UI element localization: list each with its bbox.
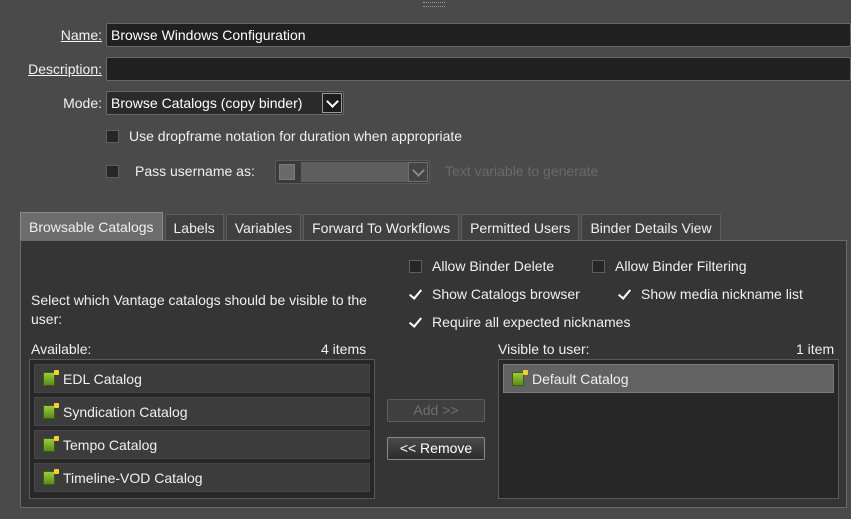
catalog-icon	[43, 436, 59, 452]
list-item-label: Default Catalog	[532, 370, 629, 387]
tab-bar: Browsable Catalogs Labels Variables Forw…	[20, 212, 723, 241]
allow-binder-filtering-checkbox[interactable]: Allow Binder Filtering	[592, 258, 747, 274]
show-catalogs-browser-box[interactable]	[409, 288, 422, 301]
description-field[interactable]	[106, 57, 851, 81]
show-media-nickname-list-box[interactable]	[618, 288, 631, 301]
require-all-expected-nicknames-checkbox[interactable]: Require all expected nicknames	[409, 314, 630, 330]
mode-value: Browse Catalogs (copy binder)	[111, 95, 303, 111]
allow-binder-delete-box[interactable]	[409, 259, 422, 273]
mode-dropdown[interactable]: Browse Catalogs (copy binder)	[106, 91, 344, 115]
name-field[interactable]: Browse Windows Configuration	[106, 23, 851, 47]
show-media-nickname-list-checkbox[interactable]: Show media nickname list	[618, 286, 803, 302]
visible-label: Visible to user:	[498, 341, 590, 357]
chevron-down-icon[interactable]	[322, 93, 342, 113]
dropframe-label: Use dropframe notation for duration when…	[129, 128, 463, 144]
username-variable-dropdown[interactable]	[275, 160, 430, 184]
available-count: 4 items	[321, 341, 367, 357]
list-item[interactable]: EDL Catalog	[34, 364, 370, 393]
dropframe-checkbox[interactable]: Use dropframe notation for duration when…	[106, 128, 462, 144]
dropframe-checkbox-box[interactable]	[106, 129, 119, 143]
description-label: Description:	[28, 61, 102, 77]
list-item[interactable]: Default Catalog	[503, 364, 834, 393]
instructions-text: Select which Vantage catalogs should be …	[31, 292, 367, 327]
name-label: Name:	[60, 27, 102, 43]
allow-binder-filtering-box[interactable]	[592, 259, 605, 273]
list-item[interactable]: Timeline-VOD Catalog	[34, 463, 370, 492]
add-button[interactable]: Add >>	[387, 399, 485, 422]
allow-binder-delete-label: Allow Binder Delete	[432, 258, 555, 274]
browsable-catalogs-panel: Allow Binder Delete Allow Binder Filteri…	[20, 240, 847, 508]
catalog-icon	[43, 469, 59, 485]
show-media-nickname-list-label: Show media nickname list	[641, 286, 803, 302]
remove-button[interactable]: << Remove	[387, 437, 485, 460]
show-catalogs-browser-checkbox[interactable]: Show Catalogs browser	[409, 286, 580, 302]
mode-label: Mode:	[63, 95, 102, 111]
list-item[interactable]: Tempo Catalog	[34, 430, 370, 459]
text-variable-hint: Text variable to generate	[445, 163, 599, 179]
catalog-icon	[43, 403, 59, 419]
tab-permitted-users[interactable]: Permitted Users	[461, 214, 580, 241]
list-item[interactable]: Syndication Catalog	[34, 397, 370, 426]
visible-catalogs-list[interactable]: Default Catalog	[498, 359, 839, 499]
allow-binder-filtering-label: Allow Binder Filtering	[615, 258, 747, 274]
variable-icon	[279, 164, 295, 180]
available-label: Available:	[31, 341, 92, 357]
tab-labels[interactable]: Labels	[164, 214, 224, 241]
visible-count: 1 item	[796, 341, 835, 357]
require-all-expected-nicknames-label: Require all expected nicknames	[432, 314, 631, 330]
list-item-label: Tempo Catalog	[63, 436, 158, 453]
tab-browsable-catalogs[interactable]: Browsable Catalogs	[20, 212, 163, 241]
tab-forward-to-workflows[interactable]: Forward To Workflows	[303, 214, 460, 241]
chevron-down-icon[interactable]	[408, 162, 428, 182]
show-catalogs-browser-label: Show Catalogs browser	[432, 286, 580, 302]
pass-username-checkbox[interactable]: Pass username as:	[106, 163, 255, 179]
pass-username-label: Pass username as:	[135, 163, 255, 179]
catalog-icon	[512, 370, 528, 386]
list-item-label: EDL Catalog	[63, 370, 142, 387]
allow-binder-delete-checkbox[interactable]: Allow Binder Delete	[409, 258, 554, 274]
tab-variables[interactable]: Variables	[225, 214, 302, 241]
require-all-expected-nicknames-box[interactable]	[409, 316, 422, 329]
list-item-label: Syndication Catalog	[63, 403, 188, 420]
available-catalogs-list[interactable]: EDL Catalog Syndication Catalog Tempo Ca…	[29, 359, 375, 499]
resize-grip[interactable]	[423, 2, 445, 7]
pass-username-checkbox-box[interactable]	[106, 164, 119, 178]
list-item-label: Timeline-VOD Catalog	[63, 469, 203, 486]
tab-binder-details-view[interactable]: Binder Details View	[581, 214, 721, 241]
catalog-icon	[43, 370, 59, 386]
